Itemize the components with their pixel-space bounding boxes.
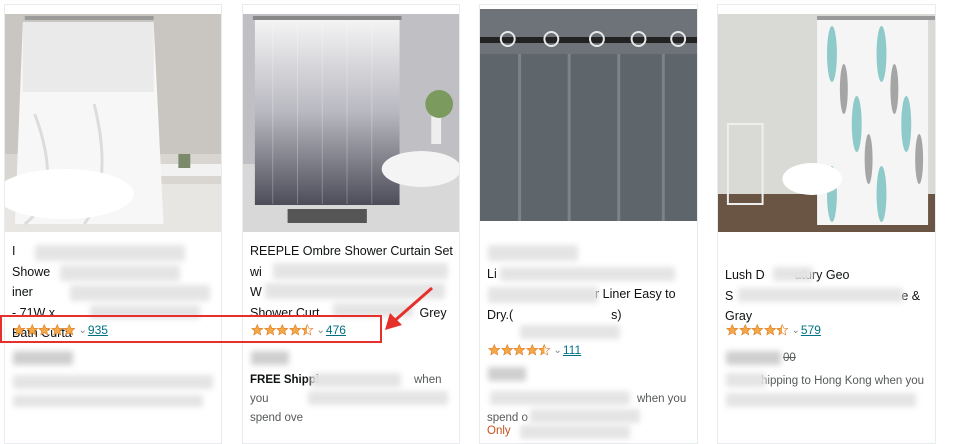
- review-count-link[interactable]: 111: [563, 343, 581, 357]
- review-count-link[interactable]: 579: [801, 323, 821, 337]
- rating-row-3[interactable]: ⌄ 111: [488, 343, 581, 357]
- chevron-down-icon[interactable]: ⌄: [792, 325, 800, 336]
- star-icon: [488, 344, 501, 356]
- star-icon: [538, 344, 551, 356]
- title-line: REEPLE Ombre Shower Curtain Set: [250, 244, 453, 258]
- stock-status: Only: [487, 425, 511, 437]
- arrow-icon: [385, 286, 433, 330]
- star-icon: [726, 324, 739, 336]
- product-image-4[interactable]: [718, 14, 935, 232]
- chevron-down-icon[interactable]: ⌄: [554, 345, 562, 356]
- title-line: Lush Dutury Geo: [725, 268, 850, 282]
- star-rating: [726, 324, 789, 336]
- title-line: Dry.(s): [487, 307, 622, 322]
- star-icon: [776, 324, 789, 336]
- product-card-1[interactable]: I Showeiner - 71W x Bath Curta ⌄ 935: [4, 4, 222, 444]
- product-card-3[interactable]: Li r Liner Easy to Dry.(s) ⌄ 111 when yo…: [479, 4, 698, 444]
- star-rating: [488, 344, 551, 356]
- star-icon: [513, 344, 526, 356]
- star-icon: [763, 324, 776, 336]
- star-icon: [751, 324, 764, 336]
- star-icon: [500, 344, 513, 356]
- product-image-3[interactable]: [480, 9, 697, 221]
- product-image-1[interactable]: [5, 14, 221, 232]
- rating-row-4[interactable]: ⌄ 579: [726, 323, 821, 337]
- highlight-box: [0, 315, 382, 343]
- star-icon: [525, 344, 538, 356]
- product-image-2[interactable]: [243, 14, 459, 232]
- product-card-2[interactable]: REEPLE Ombre Shower Curtain Set wi W Sho…: [242, 4, 460, 444]
- product-card-4[interactable]: Lush Dutury Geo Se & Gray ⌄ 579 00 hippi…: [717, 4, 936, 444]
- star-icon: [738, 324, 751, 336]
